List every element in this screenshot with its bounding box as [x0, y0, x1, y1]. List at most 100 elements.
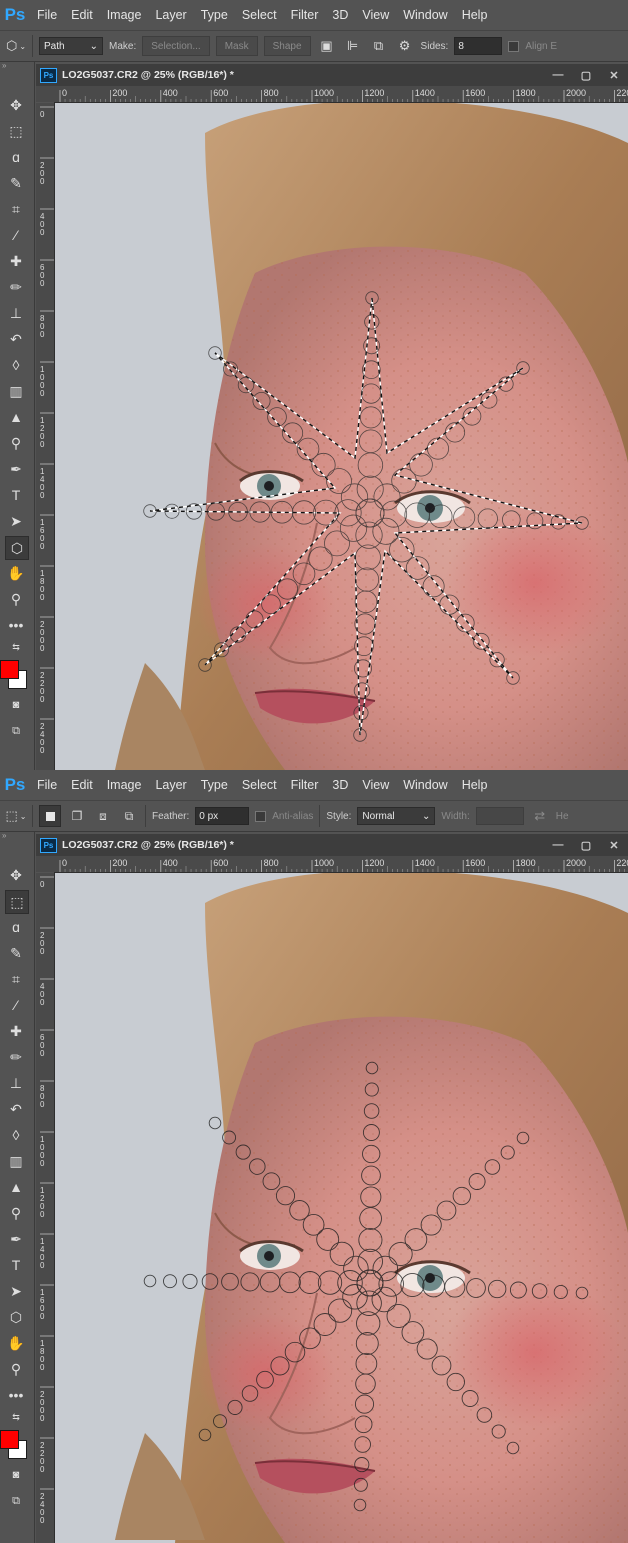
menu-layer[interactable]: Layer: [148, 8, 193, 22]
brush-icon[interactable]: ✏: [5, 1046, 27, 1068]
menu-view[interactable]: View: [355, 8, 396, 22]
path-arrangement-icon[interactable]: ⧉: [369, 36, 389, 56]
path-select-icon[interactable]: ➤: [5, 1280, 27, 1302]
close-icon[interactable]: ✕: [600, 69, 628, 82]
anti-alias-checkbox[interactable]: [255, 810, 267, 822]
menu-edit[interactable]: Edit: [64, 8, 100, 22]
menu-select[interactable]: Select: [235, 8, 284, 22]
healing-icon[interactable]: ✚: [5, 1020, 27, 1042]
eyedropper-icon[interactable]: ⁄: [5, 994, 27, 1016]
make-shape-button[interactable]: Shape: [263, 36, 311, 56]
quick-select-icon[interactable]: ✎: [5, 172, 27, 194]
sides-input[interactable]: 8: [454, 37, 503, 55]
maximize-icon[interactable]: ▢: [572, 839, 600, 852]
pen-icon[interactable]: ✒: [5, 458, 27, 480]
shape-icon[interactable]: ⬡: [5, 1306, 27, 1328]
quick-mask-icon[interactable]: ◙: [5, 694, 27, 716]
maximize-icon[interactable]: ▢: [572, 69, 600, 82]
zoom-icon[interactable]: ⚲: [5, 588, 27, 610]
menu-help[interactable]: Help: [455, 778, 495, 792]
type-icon[interactable]: T: [5, 1254, 27, 1276]
swap-colors-icon[interactable]: ⇆: [5, 1406, 27, 1428]
crop-icon[interactable]: ⌗: [5, 968, 27, 990]
crop-icon[interactable]: ⌗: [5, 198, 27, 220]
eyedropper-icon[interactable]: ⁄: [5, 224, 27, 246]
gradient-icon[interactable]: ▥: [5, 1150, 27, 1172]
style-select[interactable]: Normal ⌄: [357, 807, 436, 825]
menu-type[interactable]: Type: [194, 8, 235, 22]
document-tab[interactable]: Ps LO2G5037.CR2 @ 25% (RGB/16*) * — ▢ ✕: [36, 834, 628, 856]
new-selection-button[interactable]: [39, 805, 61, 827]
menu-3d[interactable]: 3D: [325, 8, 355, 22]
document-canvas[interactable]: [55, 103, 628, 770]
stamp-icon[interactable]: ⊥: [5, 1072, 27, 1094]
eraser-icon[interactable]: ◊: [5, 354, 27, 376]
marquee-icon[interactable]: ⬚: [5, 890, 29, 914]
foreground-color-swatch[interactable]: [0, 1430, 19, 1449]
menu-select[interactable]: Select: [235, 778, 284, 792]
menu-filter[interactable]: Filter: [284, 8, 326, 22]
lasso-icon[interactable]: ɑ: [5, 146, 27, 168]
quick-select-icon[interactable]: ✎: [5, 942, 27, 964]
align-edges-checkbox[interactable]: [508, 40, 520, 52]
dodge-icon[interactable]: ⚲: [5, 1202, 27, 1224]
foreground-color-swatch[interactable]: [0, 660, 19, 679]
document-canvas[interactable]: [55, 873, 628, 1543]
move-icon[interactable]: ✥: [5, 94, 27, 116]
menu-window[interactable]: Window: [396, 778, 454, 792]
menu-type[interactable]: Type: [194, 778, 235, 792]
panel-grip[interactable]: »: [0, 62, 34, 70]
zoom-icon[interactable]: ⚲: [5, 1358, 27, 1380]
gear-icon[interactable]: ⚙: [395, 36, 415, 56]
menu-3d[interactable]: 3D: [325, 778, 355, 792]
path-select-icon[interactable]: ➤: [5, 510, 27, 532]
menu-filter[interactable]: Filter: [284, 778, 326, 792]
tool-mode-select[interactable]: Path ⌄: [39, 37, 103, 55]
make-mask-button[interactable]: Mask: [215, 36, 258, 56]
document-tab[interactable]: Ps LO2G5037.CR2 @ 25% (RGB/16*) * — ▢ ✕: [36, 64, 628, 86]
swap-dimensions-icon[interactable]: ⇄: [530, 806, 550, 826]
shape-icon[interactable]: ⬡: [5, 536, 29, 560]
menu-image[interactable]: Image: [100, 778, 149, 792]
menu-layer[interactable]: Layer: [148, 778, 193, 792]
minimize-icon[interactable]: —: [544, 839, 572, 851]
lasso-icon[interactable]: ɑ: [5, 916, 27, 938]
history-brush-icon[interactable]: ↶: [5, 1098, 27, 1120]
menu-window[interactable]: Window: [396, 8, 454, 22]
menu-edit[interactable]: Edit: [64, 778, 100, 792]
swap-colors-icon[interactable]: ⇆: [5, 636, 27, 658]
feather-input[interactable]: 0 px: [195, 807, 250, 825]
intersect-selection-button[interactable]: ⧉: [119, 806, 139, 826]
healing-icon[interactable]: ✚: [5, 250, 27, 272]
subtract-from-selection-button[interactable]: ⧈: [93, 806, 113, 826]
marquee-preset-icon[interactable]: ⬚ ⌄: [6, 806, 27, 826]
path-operations-icon[interactable]: ▣: [317, 36, 337, 56]
hand-icon[interactable]: ✋: [5, 562, 27, 584]
screen-mode-icon[interactable]: ⧉: [5, 1490, 27, 1512]
brush-icon[interactable]: ✏: [5, 276, 27, 298]
close-icon[interactable]: ✕: [600, 839, 628, 852]
make-selection-button[interactable]: Selection...: [142, 36, 210, 56]
menu-image[interactable]: Image: [100, 8, 149, 22]
pen-icon[interactable]: ✒: [5, 1228, 27, 1250]
menu-file[interactable]: File: [30, 8, 64, 22]
history-brush-icon[interactable]: ↶: [5, 328, 27, 350]
more-icon[interactable]: •••: [5, 614, 27, 636]
blur-icon[interactable]: ▲: [5, 1176, 27, 1198]
path-alignment-icon[interactable]: ⊫: [343, 36, 363, 56]
quick-mask-icon[interactable]: ◙: [5, 1464, 27, 1486]
menu-file[interactable]: File: [30, 778, 64, 792]
width-input[interactable]: [475, 807, 524, 825]
marquee-icon[interactable]: ⬚: [5, 120, 27, 142]
gradient-icon[interactable]: ▥: [5, 380, 27, 402]
type-icon[interactable]: T: [5, 484, 27, 506]
add-to-selection-button[interactable]: ❐: [67, 806, 87, 826]
panel-grip[interactable]: »: [0, 832, 34, 840]
hand-icon[interactable]: ✋: [5, 1332, 27, 1354]
menu-help[interactable]: Help: [455, 8, 495, 22]
polygon-tool-preset-icon[interactable]: ⬡ ⌄: [6, 36, 26, 56]
screen-mode-icon[interactable]: ⧉: [5, 720, 27, 742]
minimize-icon[interactable]: —: [544, 69, 572, 81]
move-icon[interactable]: ✥: [5, 864, 27, 886]
stamp-icon[interactable]: ⊥: [5, 302, 27, 324]
